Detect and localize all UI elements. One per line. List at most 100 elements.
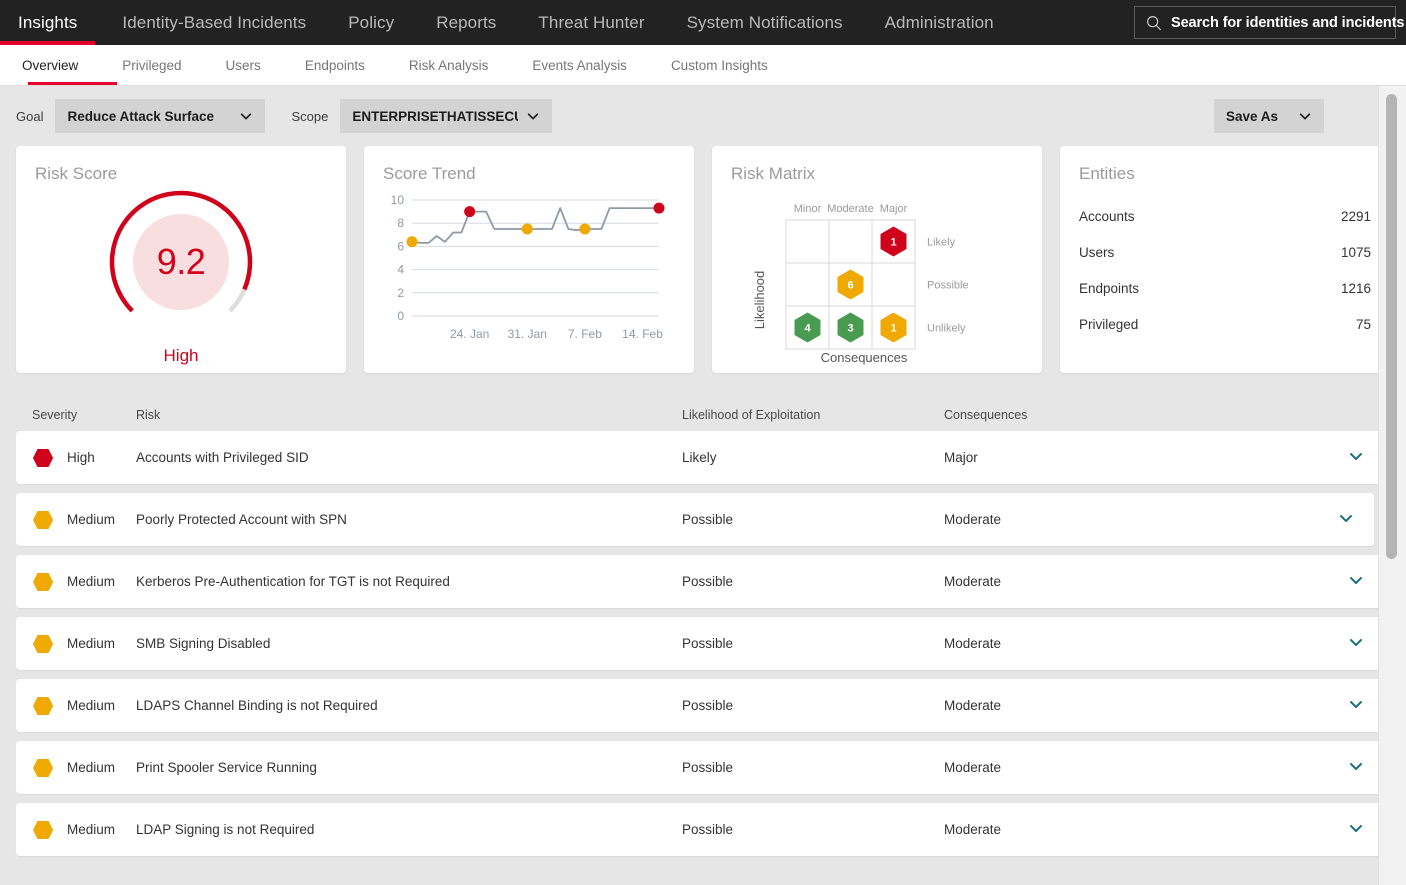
table-row[interactable]: MediumSMB Signing DisabledPossibleModera…: [16, 617, 1384, 670]
matrix-cell[interactable]: [829, 220, 872, 263]
chart-marker[interactable]: [522, 224, 533, 235]
matrix-x-category: Moderate: [827, 203, 873, 215]
svg-text:6: 6: [397, 239, 404, 253]
matrix-count-label: 4: [804, 323, 811, 335]
entity-value: 75: [1356, 317, 1371, 332]
chevron-down-icon[interactable]: [1348, 572, 1364, 588]
table-row[interactable]: HighAccounts with Privileged SIDLikelyMa…: [16, 431, 1384, 484]
nav-item-label: Policy: [348, 13, 394, 33]
table-row[interactable]: MediumKerberos Pre-Authentication for TG…: [16, 555, 1384, 608]
likelihood-value: Possible: [682, 822, 733, 837]
tab-label: Users: [226, 58, 261, 73]
nav-item-policy[interactable]: Policy: [327, 0, 415, 45]
chevron-down-icon[interactable]: [1348, 696, 1364, 712]
scope-label: Scope: [291, 109, 328, 124]
consequences-value: Moderate: [944, 512, 1001, 527]
chart-marker[interactable]: [654, 203, 665, 214]
search-input[interactable]: Search for identities and incidents: [1134, 6, 1396, 39]
chart-line-series: [412, 208, 659, 243]
chevron-down-icon[interactable]: [1348, 758, 1364, 774]
chevron-down-icon[interactable]: [1348, 448, 1364, 464]
table-row[interactable]: MediumLDAPS Channel Binding is not Requi…: [16, 679, 1384, 732]
severity-label: Medium: [67, 760, 115, 775]
matrix-y-axis-label: Likelihood: [752, 271, 767, 330]
nav-item-label: Insights: [18, 13, 77, 33]
matrix-x-category: Major: [880, 203, 908, 215]
tab-users[interactable]: Users: [204, 45, 283, 86]
table-row[interactable]: MediumPoorly Protected Account with SPNP…: [16, 493, 1374, 546]
goal-label: Goal: [16, 109, 43, 124]
severity-hexagon-icon: [32, 695, 54, 717]
svg-text:10: 10: [391, 193, 405, 207]
nav-item-administration[interactable]: Administration: [864, 0, 1015, 45]
entities-title: Entities: [1060, 146, 1390, 184]
vertical-scrollbar[interactable]: [1378, 86, 1406, 885]
consequences-value: Major: [944, 450, 978, 465]
tab-endpoints[interactable]: Endpoints: [283, 45, 387, 86]
goal-dropdown-value: Reduce Attack Surface: [67, 109, 214, 124]
score-trend-card: Score Trend 0246810 24. Jan31. Jan7. Feb…: [364, 146, 694, 373]
nav-item-label: System Notifications: [687, 13, 843, 33]
severity-hexagon-icon: [32, 447, 54, 469]
consequences-value: Moderate: [944, 574, 1001, 589]
table-row[interactable]: MediumPrint Spooler Service RunningPossi…: [16, 741, 1384, 794]
consequences-value: Moderate: [944, 822, 1001, 837]
nav-item-system-notifications[interactable]: System Notifications: [666, 0, 864, 45]
column-header-severity: Severity: [32, 408, 136, 422]
tab-label: Privileged: [122, 58, 181, 73]
entity-label: Privileged: [1079, 317, 1138, 332]
matrix-count-label: 1: [890, 237, 896, 249]
chart-marker[interactable]: [407, 236, 418, 247]
tab-label: Overview: [22, 58, 78, 73]
matrix-cell[interactable]: [786, 220, 829, 263]
svg-text:8: 8: [397, 216, 404, 230]
tab-events-analysis[interactable]: Events Analysis: [510, 45, 649, 86]
sub-tab-bar: Overview Privileged Users Endpoints Risk…: [0, 45, 1406, 86]
matrix-cell[interactable]: [872, 263, 915, 306]
chart-marker[interactable]: [579, 224, 590, 235]
chart-marker[interactable]: [464, 206, 475, 217]
svg-text:7. Feb: 7. Feb: [568, 327, 602, 341]
matrix-y-category: Possible: [927, 280, 969, 292]
tab-label: Endpoints: [305, 58, 365, 73]
table-row[interactable]: MediumLDAP Signing is not RequiredPossib…: [16, 803, 1384, 856]
column-header-risk: Risk: [136, 408, 682, 422]
entity-row-privileged: Privileged 75: [1079, 306, 1371, 342]
entity-row-accounts: Accounts 2291: [1079, 198, 1371, 234]
top-navigation-bar: Insights Identity-Based Incidents Policy…: [0, 0, 1406, 45]
score-trend-title: Score Trend: [364, 146, 694, 184]
tab-risk-analysis[interactable]: Risk Analysis: [387, 45, 511, 86]
risk-score-value: 9.2: [103, 184, 259, 340]
chevron-down-icon[interactable]: [1348, 820, 1364, 836]
save-as-value: Save As: [1226, 109, 1278, 124]
chevron-down-icon[interactable]: [1348, 634, 1364, 650]
likelihood-value: Likely: [682, 450, 717, 465]
svg-text:24. Jan: 24. Jan: [450, 327, 489, 341]
risk-score-card: Risk Score 9.2 High: [16, 146, 346, 373]
chevron-down-icon: [1298, 109, 1312, 123]
scrollbar-thumb[interactable]: [1386, 94, 1397, 559]
save-as-dropdown[interactable]: Save As: [1214, 99, 1324, 133]
matrix-y-category-labels: LikelyPossibleUnlikely: [927, 237, 969, 335]
search-placeholder-text: Search for identities and incidents: [1171, 15, 1404, 31]
risk-name: Print Spooler Service Running: [136, 760, 317, 775]
goal-dropdown[interactable]: Reduce Attack Surface: [55, 99, 265, 133]
chevron-down-icon: [526, 109, 540, 123]
nav-item-threat-hunter[interactable]: Threat Hunter: [517, 0, 665, 45]
consequences-value: Moderate: [944, 636, 1001, 651]
nav-item-insights[interactable]: Insights: [0, 0, 101, 45]
tab-overview[interactable]: Overview: [0, 45, 100, 86]
tab-label: Events Analysis: [532, 58, 627, 73]
scope-dropdown[interactable]: ENTERPRISETHATISSECURE.C...: [340, 99, 552, 133]
tab-custom-insights[interactable]: Custom Insights: [649, 45, 790, 86]
chevron-down-icon[interactable]: [1338, 510, 1354, 526]
summary-cards-row: Risk Score 9.2 High Score Trend: [0, 146, 1406, 373]
nav-item-identity-based-incidents[interactable]: Identity-Based Incidents: [101, 0, 327, 45]
svg-text:31. Jan: 31. Jan: [508, 327, 547, 341]
chart-y-tick-labels: 0246810: [391, 193, 405, 323]
nav-item-reports[interactable]: Reports: [415, 0, 517, 45]
svg-text:2: 2: [397, 286, 404, 300]
matrix-cell[interactable]: [786, 263, 829, 306]
severity-label: Medium: [67, 636, 115, 651]
tab-privileged[interactable]: Privileged: [100, 45, 203, 86]
